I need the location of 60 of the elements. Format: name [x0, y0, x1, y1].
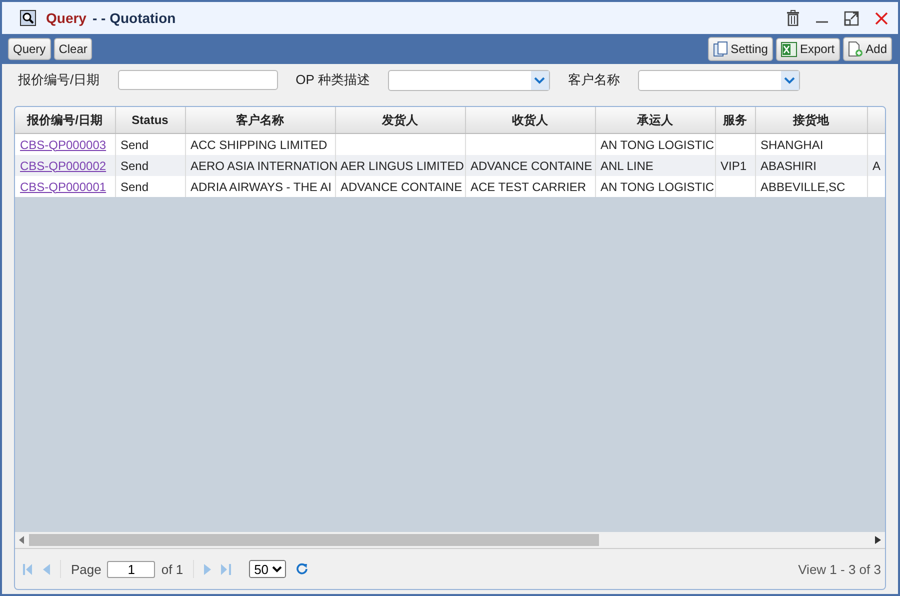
- column-header[interactable]: 收货人: [465, 107, 595, 134]
- table-cell: ABBEVILLE,SC: [755, 176, 867, 197]
- table-cell: ANL LINE: [595, 155, 715, 176]
- trash-icon[interactable]: [786, 10, 800, 26]
- page-size-select[interactable]: 50: [249, 560, 286, 578]
- magnifier-icon: [20, 10, 36, 26]
- filter-input[interactable]: [118, 70, 278, 90]
- documents-icon: [712, 41, 728, 57]
- table-cell: ADRIA AIRWAYS - THE AI: [185, 176, 335, 197]
- table-cell: Send: [115, 176, 185, 197]
- last-page-icon[interactable]: [221, 564, 232, 574]
- horizontal-scrollbar[interactable]: [15, 532, 885, 549]
- table-cell: ACE TEST CARRIER: [465, 176, 595, 197]
- table-cell: Send: [115, 134, 185, 155]
- page-count: of 1: [161, 562, 184, 576]
- column-header[interactable]: 发货人: [335, 107, 465, 134]
- table-cell: ADVANCE CONTAINE: [335, 176, 465, 197]
- table-cell: ADVANCE CONTAINE: [465, 155, 595, 176]
- filter-dropdown[interactable]: [388, 70, 550, 90]
- close-icon[interactable]: [875, 12, 888, 24]
- record-count: View 1 - 3 of 3: [798, 562, 881, 576]
- window-title: Query: [46, 10, 86, 26]
- next-page-icon[interactable]: [204, 564, 212, 574]
- filter-label: 报价编号/日期: [18, 71, 100, 89]
- table-cell: A: [867, 155, 885, 176]
- scroll-left-icon[interactable]: [19, 536, 25, 544]
- column-header[interactable]: 接货地: [755, 107, 867, 134]
- toolbar-button[interactable]: Add: [842, 37, 892, 61]
- table-cell: AERO ASIA INTERNATION: [185, 155, 335, 176]
- first-page-icon[interactable]: [23, 564, 33, 574]
- scroll-right-icon[interactable]: [875, 536, 881, 544]
- table-cell: ACC SHIPPING LIMITED: [185, 134, 335, 155]
- table-cell: SHANGHAI: [755, 134, 867, 155]
- table-cell: AN TONG LOGISTIC: [595, 134, 715, 155]
- filter-dropdown[interactable]: [638, 70, 800, 90]
- page-label: Page: [71, 562, 102, 576]
- table-cell: Send: [115, 155, 185, 176]
- toolbar-button[interactable]: Export: [776, 38, 840, 60]
- table-cell: AN TONG LOGISTIC: [595, 176, 715, 197]
- window-subtitle: - - Quotation: [92, 10, 176, 26]
- table-cell: VIP1: [715, 155, 755, 176]
- chevron-down-icon: [534, 76, 546, 84]
- filter-label: 客户名称: [568, 71, 620, 89]
- column-header[interactable]: 客户名称: [185, 107, 335, 134]
- toolbar-button[interactable]: Clear: [54, 38, 92, 60]
- table-cell: ABASHIRI: [755, 155, 867, 176]
- spreadsheet-icon: [780, 42, 797, 56]
- maximize-icon[interactable]: [844, 10, 859, 26]
- page-number-field[interactable]: 1: [107, 560, 156, 578]
- filter-label: OP 种类描述: [296, 71, 370, 89]
- refresh-icon[interactable]: [296, 563, 308, 575]
- previous-page-icon[interactable]: [43, 564, 50, 574]
- add-document-icon: [848, 41, 863, 57]
- toolbar-button[interactable]: Setting: [708, 37, 773, 61]
- toolbar-button[interactable]: Query: [8, 38, 51, 60]
- column-header[interactable]: 报价编号/日期: [15, 107, 115, 134]
- column-header[interactable]: Status: [115, 107, 185, 134]
- column-header[interactable]: 服务: [715, 107, 755, 134]
- chevron-down-icon: [784, 76, 796, 84]
- column-header[interactable]: 承运人: [595, 107, 715, 134]
